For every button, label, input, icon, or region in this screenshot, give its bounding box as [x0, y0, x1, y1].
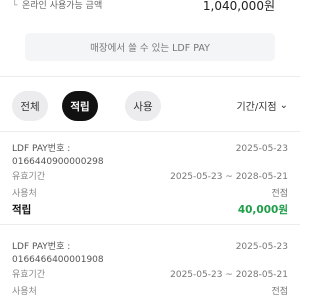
ldf-pay-history-page: └ 온라인 사용가능 금액 1,040,000원 매장에서 쓸 수 있는 LDF… [0, 0, 300, 300]
online-balance-label: 온라인 사용가능 금액 [22, 1, 103, 11]
transaction-type: 적립 [12, 204, 32, 216]
list-divider [0, 131, 300, 132]
usage-label: 사용처 [12, 189, 37, 199]
transaction-amount: 40,000원 [237, 204, 288, 216]
period-branch-filter[interactable]: 기간/지점 ⌄ [236, 98, 288, 113]
validity-period: 2025-05-23 ~ 2028-05-21 [170, 172, 288, 182]
transaction-date: 2025-05-23 [235, 242, 288, 252]
usage-location: 전점 [271, 287, 288, 297]
tab-used[interactable]: 사용 [125, 91, 161, 121]
usage-location: 전점 [271, 189, 288, 199]
store-pay-button[interactable]: 매장에서 쓸 수 있는 LDF PAY [25, 33, 275, 61]
usage-label: 사용처 [12, 287, 37, 297]
pay-number-label: LDF PAY번호 : [12, 242, 71, 252]
validity-label: 유효기간 [12, 172, 46, 182]
pay-number: 0166440900000298 [12, 157, 104, 167]
online-balance-amount: 1,040,000원 [202, 0, 275, 13]
pay-number-label: LDF PAY번호 : [12, 144, 71, 154]
tab-all[interactable]: 전체 [12, 91, 48, 121]
validity-period: 2025-05-23 ~ 2028-05-21 [170, 270, 288, 280]
transaction-date: 2025-05-23 [235, 144, 288, 154]
chevron-down-icon: ⌄ [279, 100, 288, 111]
item-divider [0, 224, 300, 225]
tab-earned[interactable]: 적립 [62, 91, 98, 121]
validity-label: 유효기간 [12, 270, 46, 280]
pay-number: 0166466400001908 [12, 255, 104, 265]
online-balance-row: └ 온라인 사용가능 금액 1,040,000원 [0, 0, 300, 22]
period-filter-label: 기간/지점 [236, 102, 277, 113]
section-divider [0, 76, 300, 77]
sub-item-arrow-icon: └ [12, 1, 18, 11]
